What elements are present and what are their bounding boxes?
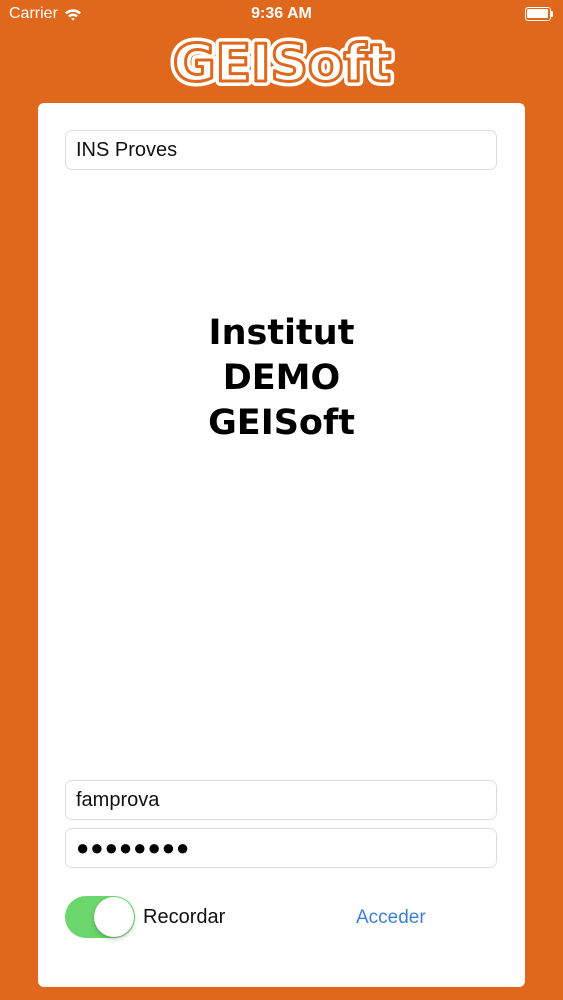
- institution-line-3: GEISoft: [208, 403, 355, 443]
- battery-icon: [525, 7, 553, 21]
- remember-label: Recordar: [143, 906, 226, 928]
- username-field[interactable]: famprova: [65, 780, 497, 820]
- username-field-value: famprova: [76, 788, 160, 811]
- svg-text:GEISoft: GEISoft: [172, 34, 390, 92]
- password-field-value: ●●●●●●●●: [76, 835, 191, 860]
- login-card: INS Proves Institut DEMO GEISoft famprov…: [38, 103, 525, 987]
- institution-line-1: Institut: [208, 313, 355, 353]
- app-logo: GEISoft GEISoft: [0, 30, 563, 92]
- institution-line-2: DEMO: [222, 358, 341, 398]
- logo-wordmark: GEISoft GEISoft: [167, 30, 395, 92]
- school-field-value: INS Proves: [76, 138, 178, 161]
- acceder-button[interactable]: Acceder: [356, 907, 426, 929]
- status-bar: Carrier 9:36 AM: [0, 0, 563, 30]
- school-field[interactable]: INS Proves: [65, 130, 497, 170]
- toggle-knob: [94, 897, 134, 937]
- institution-name: Institut DEMO GEISoft: [38, 311, 525, 446]
- status-time: 9:36 AM: [251, 5, 312, 22]
- password-field[interactable]: ●●●●●●●●: [65, 828, 497, 868]
- remember-toggle[interactable]: [65, 896, 135, 938]
